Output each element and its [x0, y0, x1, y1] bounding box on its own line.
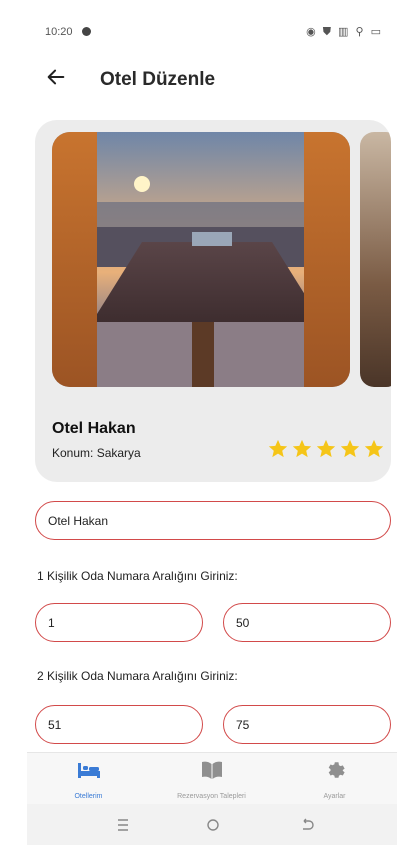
notification-icon — [82, 27, 91, 36]
hotel-photo-next[interactable] — [360, 132, 391, 387]
star-rating — [267, 438, 385, 460]
hotel-card: Otel Hakan Konum: Sakarya — [35, 120, 391, 482]
bed-icon — [77, 763, 100, 778]
star-icon — [340, 439, 360, 458]
single-room-from-input[interactable] — [36, 604, 202, 641]
star-icon — [292, 439, 312, 458]
double-room-to-field[interactable] — [223, 705, 391, 744]
system-nav-bar — [27, 804, 397, 845]
nav-label-otellerim: Otellerim — [74, 793, 103, 800]
hotel-location: Konum: Sakarya — [52, 446, 141, 460]
page-title: Otel Düzenle — [100, 69, 216, 90]
home-icon[interactable] — [203, 815, 223, 835]
status-time: 10:20 — [45, 26, 73, 38]
hotel-photo[interactable] — [52, 132, 350, 387]
back-arrow-icon[interactable] — [45, 66, 67, 88]
app-screen: 10:20 ◉ ⛊ ▥ ⚲ ▭ Otel Düzenle Otel Hakan … — [27, 0, 397, 845]
single-room-range-label: 1 Kişilik Oda Numara Aralığını Giriniz: — [37, 569, 238, 583]
status-bar: 10:20 ◉ ⛊ ▥ ⚲ ▭ — [27, 0, 397, 60]
app-bar: Otel Düzenle — [27, 60, 397, 105]
double-room-from-field[interactable] — [35, 705, 203, 744]
hotel-name-input[interactable] — [36, 502, 390, 539]
nav-item-otellerim[interactable]: Otellerim — [27, 759, 150, 800]
system-status-icons: ◉ ⛊ ▥ ⚲ ▭ — [306, 26, 383, 38]
recent-apps-icon[interactable] — [113, 815, 133, 835]
double-room-to-input[interactable] — [224, 706, 390, 743]
single-room-to-input[interactable] — [224, 604, 390, 641]
book-icon — [201, 761, 222, 779]
hotel-name: Otel Hakan — [52, 420, 136, 437]
gear-icon — [328, 762, 345, 778]
system-back-icon[interactable] — [297, 815, 317, 835]
hotel-name-field[interactable] — [35, 501, 391, 540]
star-icon — [316, 439, 336, 458]
bottom-navigation: Otellerim Rezervasyon Talepleri Ayarlar — [27, 752, 397, 804]
single-room-from-field[interactable] — [35, 603, 203, 642]
star-icon — [268, 439, 288, 458]
double-room-range-label: 2 Kişilik Oda Numara Aralığını Giriniz: — [37, 669, 238, 683]
nav-item-ayarlar[interactable]: Ayarlar — [273, 759, 396, 800]
star-icon — [364, 439, 384, 458]
nav-label-ayarlar: Ayarlar — [323, 793, 346, 800]
hotel-photo-image — [52, 132, 350, 387]
nav-label-rezervasyon: Rezervasyon Talepleri — [177, 793, 246, 800]
double-room-from-input[interactable] — [36, 706, 202, 743]
nav-item-rezervasyon[interactable]: Rezervasyon Talepleri — [150, 759, 273, 800]
single-room-to-field[interactable] — [223, 603, 391, 642]
